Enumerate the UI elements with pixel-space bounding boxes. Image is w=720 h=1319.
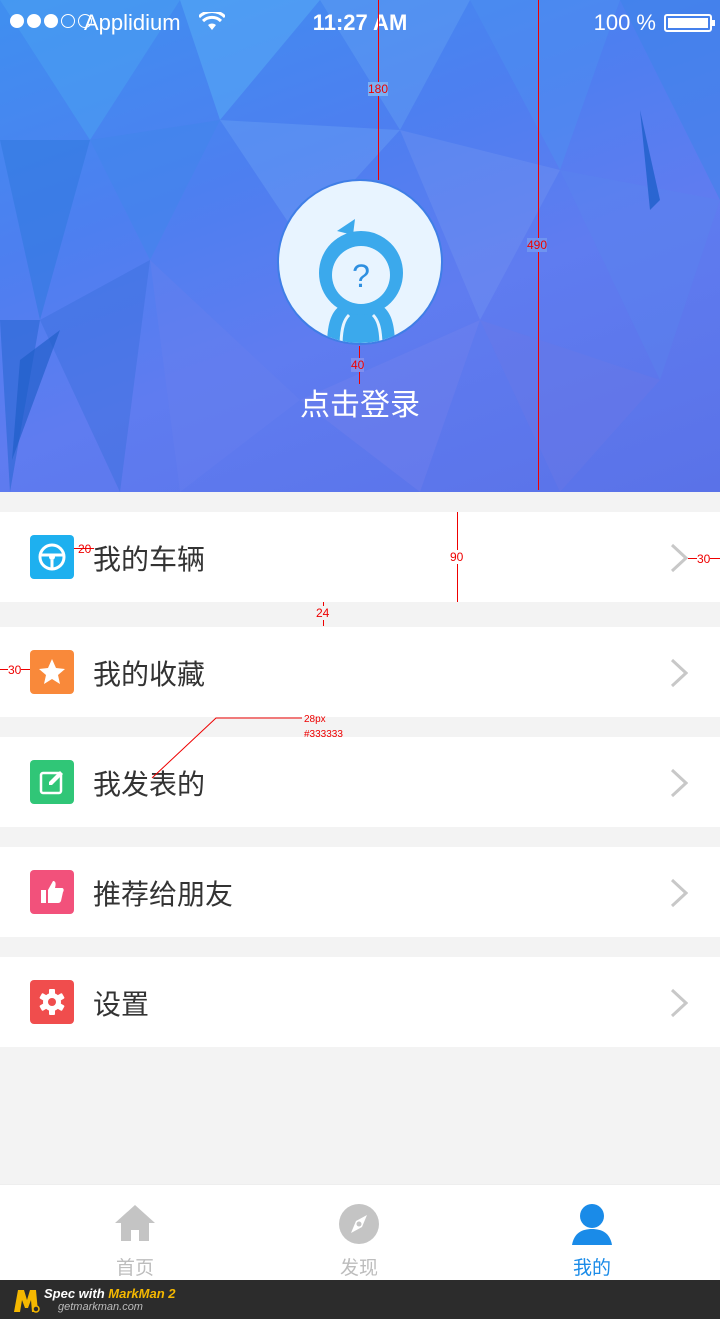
tab-home[interactable]: 首页 [15, 1185, 255, 1281]
spec-label-left-pad: 30 [8, 663, 22, 677]
tab-label: 我的 [572, 1257, 611, 1279]
steering-wheel-icon [30, 535, 74, 579]
chevron-right-icon [670, 988, 688, 1018]
tab-bar: 首页 发现 我的 [0, 1184, 720, 1280]
menu-item-my-posts[interactable]: 我发表的 [0, 737, 720, 827]
spec-label-avatar-top: 180 [368, 82, 389, 96]
tab-label: 发现 [339, 1257, 378, 1279]
home-icon [115, 1205, 155, 1241]
gear-icon [30, 980, 74, 1024]
star-icon [30, 650, 74, 694]
menu-item-label: 我的收藏 [93, 658, 206, 691]
chevron-right-icon [670, 543, 688, 573]
user-icon [572, 1204, 612, 1245]
menu-item-label: 推荐给朋友 [93, 878, 234, 911]
spec-label-header-height: 490 [527, 238, 548, 252]
spec-label-icon-gap: 20 [78, 542, 92, 556]
edit-icon [30, 760, 74, 804]
markman-footer: Spec with MarkMan 2 getmarkman.com [0, 1280, 720, 1319]
compass-icon [339, 1204, 379, 1244]
battery-icon [664, 14, 715, 32]
menu-item-label: 我的车辆 [93, 543, 206, 576]
menu-item-settings[interactable]: 设置 [0, 957, 720, 1047]
tab-label: 首页 [115, 1257, 154, 1279]
spec-label-right-pad: 30 [697, 552, 711, 566]
thumbs-up-icon [30, 870, 74, 914]
battery-percent: 100 % [593, 10, 656, 35]
menu-item-my-vehicles[interactable]: 我的车辆 20 90 30 [0, 512, 720, 602]
menu-item-label: 设置 [93, 988, 150, 1021]
spec-label-item-height: 90 [450, 550, 464, 564]
menu-item-my-favorites[interactable]: 我的收藏 30 [0, 627, 720, 717]
tab-mine[interactable]: 我的 [472, 1185, 712, 1281]
profile-header: Applidium 11:27 AM 100 % 180 490 ? 40 点击… [0, 0, 720, 492]
markman-logo-icon [14, 1290, 40, 1313]
markman-site: getmarkman.com [58, 1301, 143, 1313]
spec-leader-line [151, 717, 302, 779]
default-avatar-icon: ? [319, 219, 403, 343]
spec-label-font-color: #333333 [304, 729, 343, 740]
spec-label-avatar-gap: 40 [351, 358, 365, 372]
chevron-right-icon [670, 768, 688, 798]
status-bar: Applidium 11:27 AM 100 % [0, 0, 720, 46]
spec-label-font-size: 28px [304, 714, 326, 725]
login-link[interactable]: 点击登录 [0, 380, 720, 424]
avatar-button[interactable]: ? [277, 179, 443, 345]
spec-label-group-gap: 24 [316, 606, 330, 620]
chevron-right-icon [670, 658, 688, 688]
menu-item-recommend[interactable]: 推荐给朋友 [0, 847, 720, 937]
chevron-right-icon [670, 878, 688, 908]
markman-brand: Spec with MarkMan 2 [44, 1286, 176, 1301]
avatar-question-mark: ? [352, 258, 370, 294]
tab-discover[interactable]: 发现 [239, 1185, 479, 1281]
